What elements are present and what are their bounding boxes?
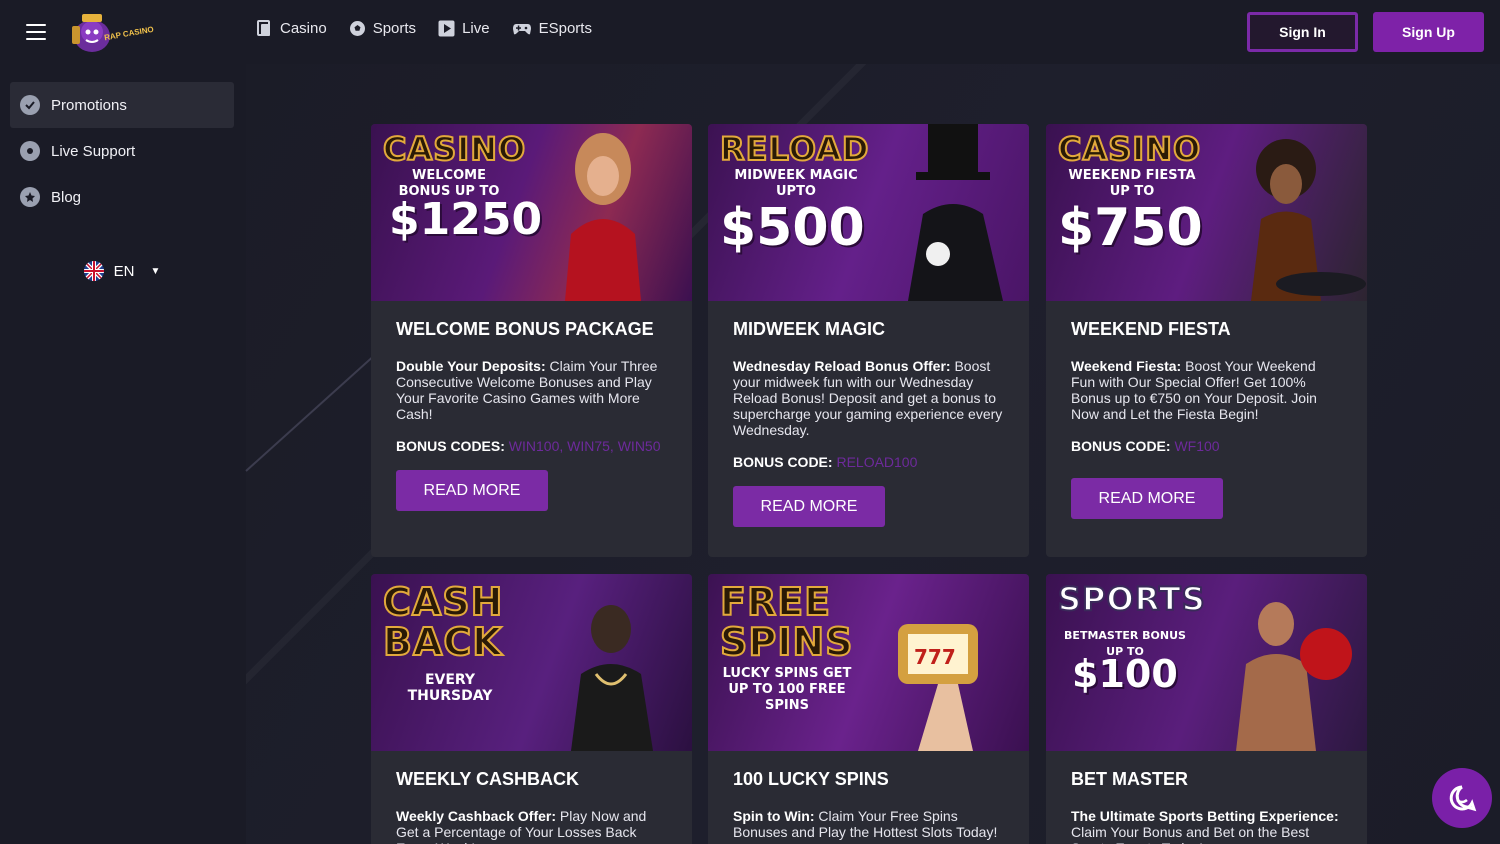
read-more-button[interactable]: READ MORE [733,486,885,527]
promo-banner-image: CASINO WELCOME BONUS UP TO $1250 [371,124,692,301]
rapper-illustration [571,605,653,751]
card-title: WELCOME BONUS PACKAGE [396,319,654,339]
read-more-button[interactable]: READ MORE [396,470,548,511]
read-more-button[interactable]: READ MORE [1071,478,1223,519]
sidebar-item-live-support[interactable]: Live Support [10,128,234,174]
sidebar-item-blog[interactable]: Blog [10,174,234,220]
sign-in-button[interactable]: Sign In [1247,12,1358,52]
nav-esports[interactable]: ESports [512,20,592,37]
slot-machine-illustration: 777 [898,624,978,751]
bonus-code-value: WF100 [1174,438,1220,454]
card-description: Double Your Deposits: Claim Your Three C… [396,358,658,422]
top-header: RAP CASINO Casino Sports Live ESports Si… [0,0,1500,64]
sidebar-item-label: Blog [51,188,82,206]
card-description: Wednesday Reload Bonus Offer: Boost your… [733,358,1003,438]
croupier-illustration [1251,139,1366,301]
promo-banner-image: CASH BACK EVERY THURSDAY [371,574,692,751]
casino-icon [257,20,270,36]
nav-sports[interactable]: Sports [349,20,416,37]
promo-banner-image: FREE SPINS LUCKY SPINS GET UP TO 100 FRE… [708,574,1029,751]
soccer-ball-icon [349,21,365,36]
model-illustration [565,133,641,301]
boxer-illustration [1236,602,1352,751]
card-description: Weekend Fiesta: Boost Your Weekend Fun w… [1071,358,1317,422]
promo-banner-image: SPORTS BETMASTER BONUS UP TO $100 [1046,574,1367,751]
card-title: WEEKLY CASHBACK [396,769,580,789]
uk-flag-icon [83,261,104,281]
sidebar-item-label: Live Support [51,142,136,160]
blog-icon [20,187,40,207]
bonus-codes: BONUS CODE: WF100 [1071,438,1220,454]
card-description: The Ultimate Sports Betting Experience: … [1071,808,1339,844]
language-selector[interactable]: EN ▼ [10,240,234,302]
support-icon [20,141,40,161]
promo-card: SPORTS BETMASTER BONUS UP TO $100 BET MA… [1046,574,1367,844]
card-description: Weekly Cashback Offer: Play Now and Get … [396,808,647,844]
chevron-down-icon: ▼ [150,265,161,277]
sign-up-button[interactable]: Sign Up [1373,12,1484,52]
bonus-codes: BONUS CODE: RELOAD100 [733,454,918,470]
bonus-code-value: WIN100, WIN75, WIN50 [508,438,661,454]
play-icon [438,20,455,37]
promo-card: FREE SPINS LUCKY SPINS GET UP TO 100 FRE… [708,574,1029,844]
card-title: MIDWEEK MAGIC [733,319,885,339]
nav-casino[interactable]: Casino [256,20,327,37]
promo-banner-image: CASINO WEEKEND FIESTA UP TO $750 [1046,124,1367,301]
nav-live[interactable]: Live [438,20,490,37]
promo-card: CASINO WELCOME BONUS UP TO $1250 WELCOME… [371,124,692,557]
promo-card: CASH BACK EVERY THURSDAY WEEKLY CASHBACK… [371,574,692,844]
magician-illustration [908,124,1003,301]
sidebar: Promotions Live Support Blog [10,82,234,220]
sidebar-item-promotions[interactable]: Promotions [10,82,234,128]
chat-bubble-icon [1449,785,1477,812]
live-chat-button[interactable] [1432,768,1492,828]
language-label: EN [113,262,135,280]
menu-icon[interactable] [26,24,46,40]
card-description: Spin to Win: Claim Your Free Spins Bonus… [733,808,998,840]
promo-card: RELOAD MIDWEEK MAGIC UPTO $500 MIDWEEK M… [708,124,1029,557]
promo-banner-image: RELOAD MIDWEEK MAGIC UPTO $500 [708,124,1029,301]
card-title: WEEKEND FIESTA [1071,319,1231,339]
promo-card: CASINO WEEKEND FIESTA UP TO $750 WEEKEND… [1046,124,1367,557]
gamepad-icon [512,24,531,35]
card-title: 100 LUCKY SPINS [733,769,889,789]
main-nav: Casino Sports Live ESports [256,20,592,37]
svg-text:777: 777 [914,645,956,669]
bonus-code-value: RELOAD100 [836,454,918,470]
card-title: BET MASTER [1071,769,1188,789]
bonus-codes: BONUS CODES: WIN100, WIN75, WIN50 [396,438,661,454]
sidebar-item-label: Promotions [51,96,127,114]
promo-badge-icon [20,95,40,115]
